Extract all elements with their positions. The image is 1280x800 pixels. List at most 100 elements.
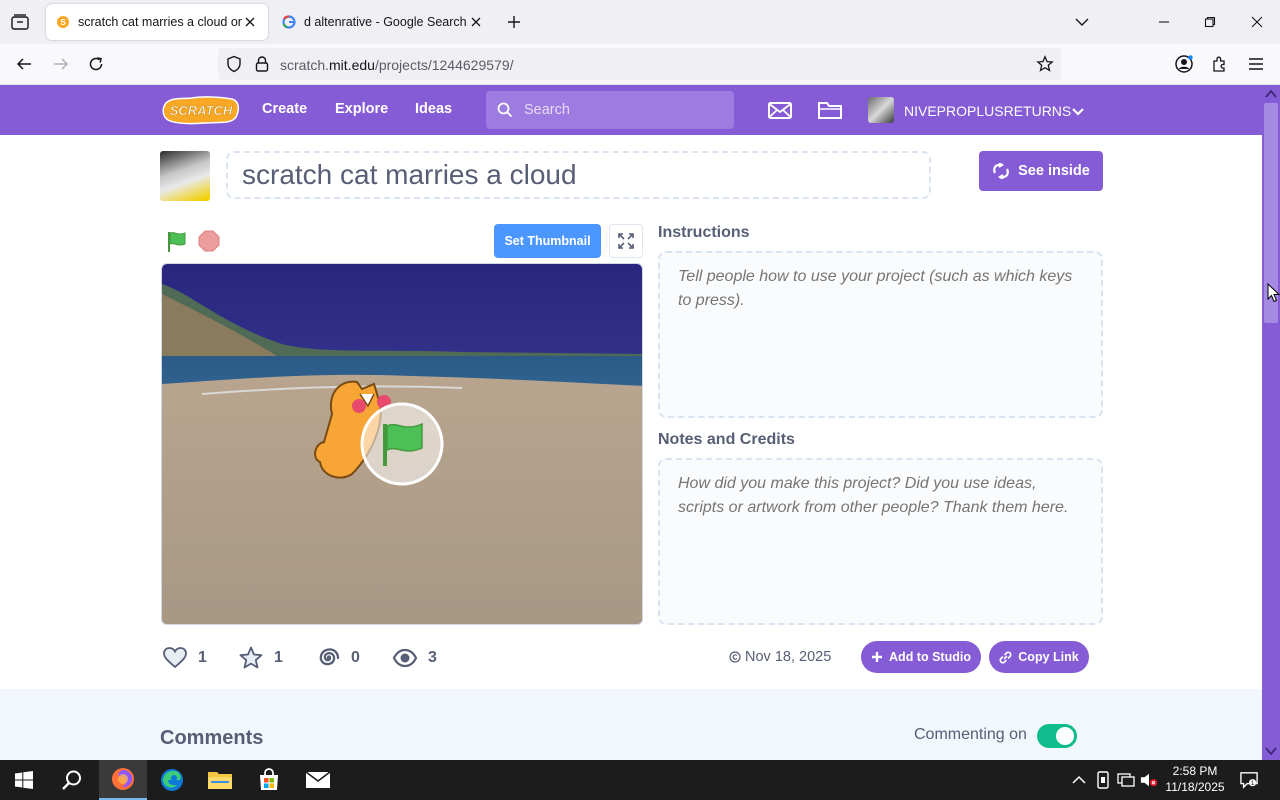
minimize-icon[interactable] [1152, 10, 1176, 34]
star-icon [239, 646, 263, 669]
forward-icon[interactable] [49, 52, 73, 76]
google-favicon-icon [282, 15, 296, 29]
volume-muted-icon[interactable] [1140, 770, 1158, 790]
avatar[interactable] [868, 97, 894, 123]
url-bar[interactable]: scratch.mit.edu/projects/1244629579/ [218, 48, 1061, 80]
instructions-heading: Instructions [658, 224, 750, 241]
copy-link-label: Copy Link [1018, 650, 1079, 664]
see-inside-button[interactable]: See inside [979, 151, 1103, 191]
edge-taskbar-icon[interactable] [148, 760, 196, 800]
nav-create[interactable]: Create [262, 101, 307, 117]
favorite-stat[interactable]: 1 [238, 645, 283, 671]
store-taskbar-icon[interactable] [245, 760, 293, 800]
stop-icon[interactable] [198, 230, 220, 252]
search-icon[interactable] [48, 760, 96, 800]
reload-icon[interactable] [84, 52, 108, 76]
menu-icon[interactable] [1244, 52, 1268, 76]
network-icon[interactable] [1117, 770, 1135, 790]
scroll-down-icon[interactable] [1265, 746, 1277, 756]
date-text: Nov 18, 2025 [745, 649, 832, 665]
firefox-taskbar-icon[interactable] [99, 760, 147, 800]
url-domain: mit.edu [329, 57, 375, 73]
notes-heading: Notes and Credits [658, 431, 795, 448]
chevron-up-icon[interactable] [1070, 770, 1088, 790]
add-to-studio-label: Add to Studio [889, 650, 971, 664]
browser-nav-bar: scratch.mit.edu/projects/1244629579/ [0, 44, 1280, 85]
new-tab-icon[interactable] [504, 12, 524, 32]
scratch-favicon-icon: S [57, 16, 69, 28]
url-text[interactable]: scratch.mit.edu/projects/1244629579/ [280, 57, 514, 73]
clock-time: 2:58 PM [1172, 764, 1218, 778]
device-icon[interactable] [1094, 770, 1112, 790]
project-thumbnail [160, 151, 210, 201]
username[interactable]: NIVEPROPLUSRETURNS [904, 103, 1071, 119]
notifications-icon[interactable]: 1 [1240, 770, 1258, 790]
svg-text:1: 1 [1251, 780, 1255, 787]
project-date: Nov 18, 2025 [729, 649, 831, 665]
shield-icon[interactable] [225, 55, 243, 73]
copy-link-button[interactable]: Copy Link [989, 641, 1089, 673]
restore-icon[interactable] [1198, 10, 1222, 34]
search-input[interactable]: Search [486, 91, 734, 129]
close-window-icon[interactable] [1245, 10, 1269, 34]
windows-start-icon[interactable] [0, 760, 48, 800]
browser-tab-bar: S scratch cat marries a cloud on S d alt… [0, 0, 1280, 44]
project-stage[interactable] [161, 263, 643, 625]
love-count: 1 [198, 649, 207, 666]
set-thumbnail-button[interactable]: Set Thumbnail [494, 224, 601, 258]
mouse-cursor-icon [1267, 283, 1280, 303]
remix-count: 0 [351, 649, 360, 666]
scratch-header: SCRATCH Create Explore Ideas Search NIVE… [0, 85, 1262, 135]
remix-stat: 0 [315, 645, 360, 671]
notes-field[interactable] [658, 458, 1103, 625]
search-icon [497, 102, 513, 118]
comments-heading: Comments [160, 727, 264, 749]
chevron-down-icon[interactable] [1072, 12, 1092, 32]
copyright-icon [729, 651, 741, 663]
extensions-icon[interactable] [1208, 52, 1232, 76]
commenting-toggle[interactable] [1037, 724, 1077, 748]
messages-icon[interactable] [767, 98, 793, 122]
taskbar-clock[interactable]: 2:58 PM 11/18/2025 [1160, 763, 1230, 795]
tab-list-icon[interactable] [8, 10, 32, 34]
close-tab-icon[interactable] [242, 14, 258, 30]
bookmark-star-icon[interactable] [1036, 55, 1054, 73]
my-stuff-folder-icon[interactable] [817, 98, 843, 122]
instructions-field[interactable] [658, 251, 1103, 418]
link-icon [999, 651, 1012, 663]
svg-text:S: S [60, 18, 66, 27]
back-icon[interactable] [12, 52, 36, 76]
fullscreen-button[interactable] [609, 224, 643, 258]
green-flag-overlay [360, 402, 444, 486]
scroll-up-icon[interactable] [1265, 89, 1277, 99]
add-to-studio-button[interactable]: Add to Studio [861, 641, 981, 673]
scratch-logo[interactable]: SCRATCH [162, 95, 240, 125]
stage-beach-scene [162, 264, 642, 624]
file-explorer-icon[interactable] [196, 760, 244, 800]
views-stat: 3 [392, 645, 437, 671]
remix-spiral-icon [319, 648, 340, 666]
mail-taskbar-icon[interactable] [294, 760, 342, 800]
heart-icon [163, 647, 187, 669]
tab-title: scratch cat marries a cloud on S [78, 15, 242, 29]
see-inside-label: See inside [1018, 163, 1090, 179]
account-icon[interactable] [1172, 52, 1196, 76]
favorite-count: 1 [274, 649, 283, 666]
remix-arrows-icon [993, 163, 1010, 179]
lock-icon[interactable] [253, 55, 271, 73]
tab-title: d altenrative - Google Search [304, 15, 467, 29]
page-scrollbar[interactable] [1262, 85, 1280, 760]
fullscreen-icon [618, 233, 634, 249]
close-tab-icon[interactable] [468, 14, 484, 30]
url-path: /projects/1244629579/ [374, 57, 514, 73]
commenting-label: Commenting on [914, 726, 1027, 743]
nav-explore[interactable]: Explore [335, 101, 388, 117]
love-stat[interactable]: 1 [162, 645, 207, 671]
tab-google[interactable]: d altenrative - Google Search [272, 4, 494, 40]
chevron-down-icon[interactable] [1071, 105, 1085, 119]
clock-date: 11/18/2025 [1165, 780, 1225, 794]
tab-scratch[interactable]: S scratch cat marries a cloud on S [46, 4, 268, 40]
project-title-input[interactable] [226, 151, 931, 199]
nav-ideas[interactable]: Ideas [415, 101, 452, 117]
green-flag-icon[interactable] [165, 230, 189, 254]
